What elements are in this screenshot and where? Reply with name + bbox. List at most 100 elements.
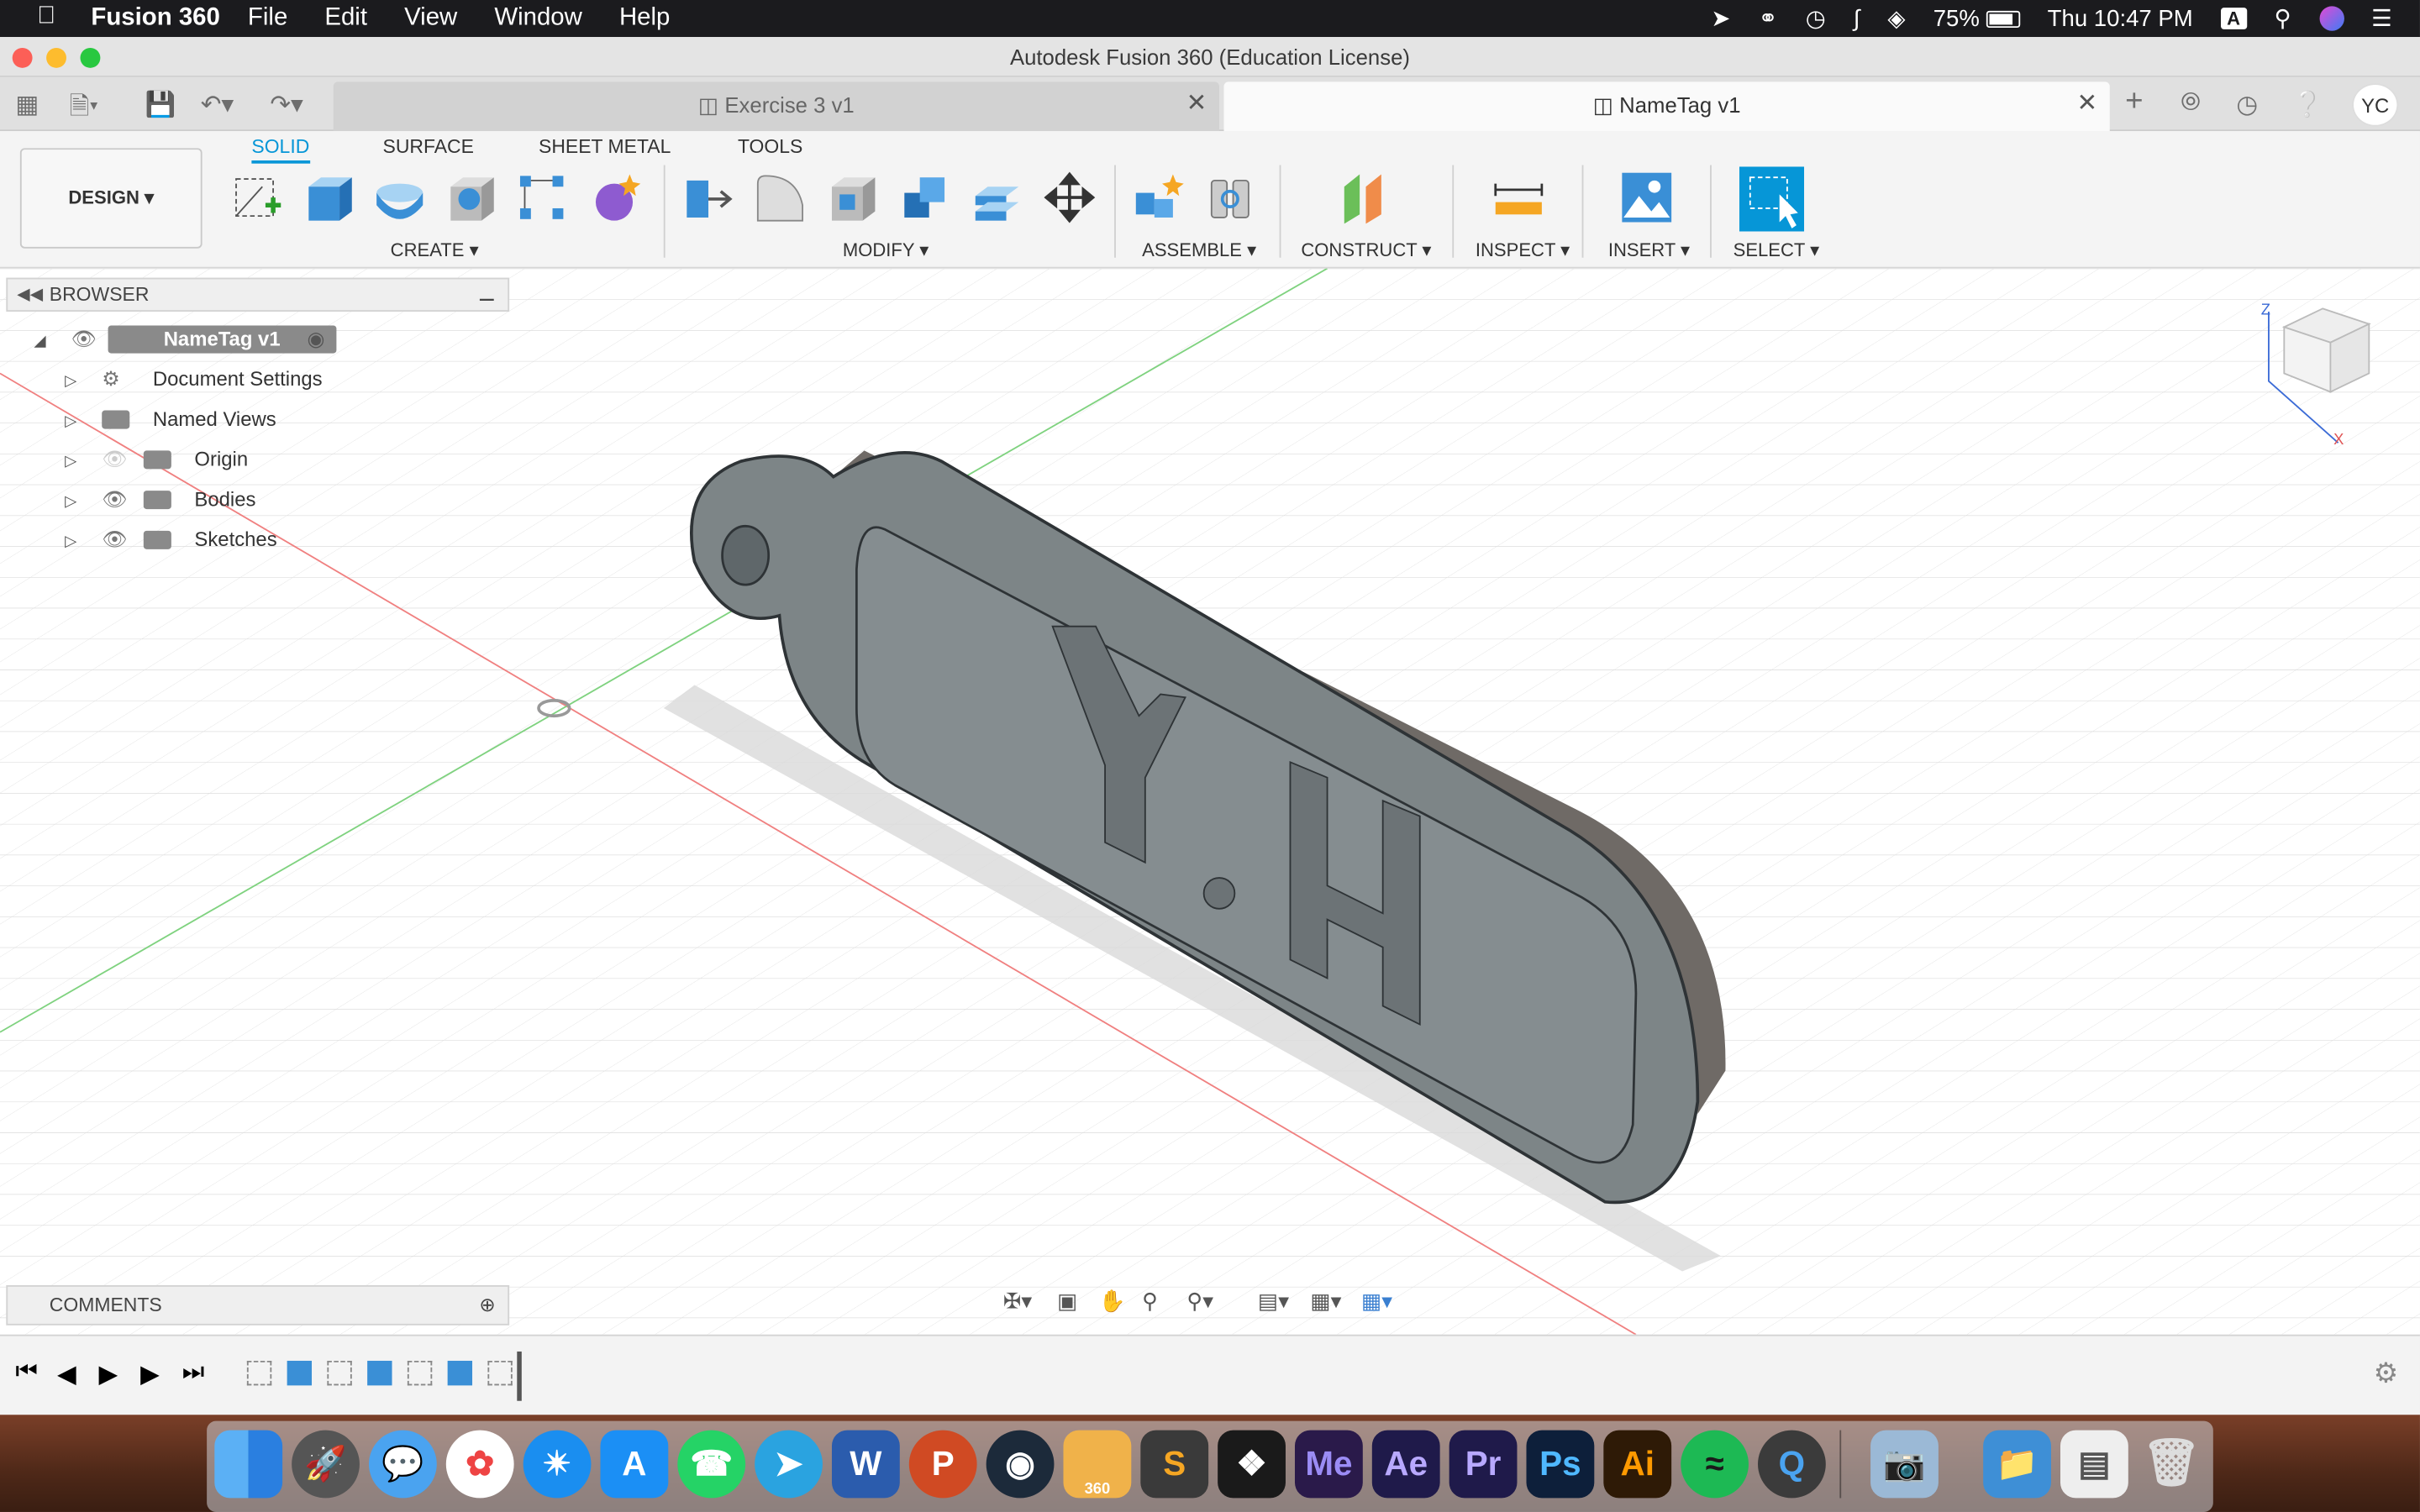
view-cube[interactable]: Z X: [2254, 297, 2392, 451]
browser-item-named-views[interactable]: ▷ Named Views: [65, 402, 276, 436]
close-icon[interactable]: ✕: [2076, 81, 2097, 128]
expand-icon[interactable]: ▷: [65, 413, 76, 430]
battery-icon[interactable]: [1986, 9, 2020, 28]
undo-icon[interactable]: ↶▾: [201, 90, 234, 121]
collapse-icon[interactable]: ◀◀: [17, 279, 43, 310]
shell-icon[interactable]: [826, 171, 878, 223]
move-icon[interactable]: [1044, 171, 1096, 223]
offset-plane-icon[interactable]: [1338, 171, 1390, 224]
dock-after-effects-icon[interactable]: Ae: [1371, 1430, 1440, 1499]
tab-solid[interactable]: SOLID: [251, 136, 310, 164]
go-to-start-icon[interactable]: ⏮: [15, 1359, 37, 1387]
new-tab-icon[interactable]: +: [2125, 85, 2143, 120]
tab-tools[interactable]: TOOLS: [738, 136, 802, 158]
file-menu-icon[interactable]: 🗎▾: [70, 90, 99, 132]
gear-icon[interactable]: ⚙: [2374, 1357, 2399, 1390]
joint-icon[interactable]: [1205, 171, 1257, 223]
dock-spotify-icon[interactable]: ≈: [1681, 1430, 1749, 1499]
create-sketch-icon[interactable]: [232, 171, 284, 223]
expand-icon[interactable]: ▷: [65, 533, 76, 550]
dock-preview-icon[interactable]: 📷: [1870, 1430, 1939, 1499]
dock-trash-icon[interactable]: 🗑: [2138, 1431, 2206, 1499]
expand-icon[interactable]: ◢: [34, 333, 45, 350]
job-status-icon[interactable]: ◷: [2236, 90, 2258, 121]
creative-cloud-icon[interactable]: ⚭: [1759, 5, 1778, 32]
timeline-extrude-icon[interactable]: [287, 1360, 313, 1386]
comments-panel-header[interactable]: COMMENTS ⊕: [6, 1284, 510, 1326]
extrude-icon[interactable]: [302, 171, 355, 223]
battery-percent[interactable]: 75%: [1933, 5, 1980, 31]
create-form-icon[interactable]: [590, 171, 642, 223]
combine-icon[interactable]: [898, 171, 950, 223]
avatar[interactable]: YC: [2352, 83, 2399, 127]
dock-powerpoint-icon[interactable]: P: [908, 1430, 977, 1499]
expand-icon[interactable]: ▷: [65, 454, 76, 470]
dock-sublime-icon[interactable]: S: [1140, 1430, 1209, 1499]
dock-whatsapp-icon[interactable]: ☎: [677, 1430, 746, 1499]
step-back-icon[interactable]: ◀: [57, 1359, 76, 1390]
eye-icon[interactable]: 👁: [71, 323, 96, 356]
menu-file[interactable]: File: [248, 5, 287, 33]
input-source-icon[interactable]: A: [2220, 8, 2247, 29]
dock-photos-icon[interactable]: ✿: [445, 1430, 514, 1499]
apple-icon[interactable]: : [37, 3, 55, 31]
add-comment-icon[interactable]: ⊕: [479, 1287, 495, 1324]
tab-exercise-3[interactable]: ◫ Exercise 3 v1 ✕: [333, 81, 1219, 132]
dock-screenshot-icon[interactable]: ▤: [2060, 1430, 2128, 1499]
dock-quicktime-icon[interactable]: Q: [1758, 1430, 1826, 1499]
workspace-switcher[interactable]: DESIGN ▾: [19, 148, 203, 249]
spotlight-icon[interactable]: ⚲: [2274, 5, 2291, 32]
look-at-icon[interactable]: ▣: [1057, 1289, 1077, 1315]
eye-icon[interactable]: 👁: [102, 523, 127, 557]
control-center-icon[interactable]: ☰: [2371, 5, 2392, 32]
browser-item-document-settings[interactable]: ▷ ⚙ Document Settings: [65, 363, 322, 396]
dock-media-encoder-icon[interactable]: Me: [1294, 1430, 1363, 1499]
expand-icon[interactable]: ▷: [65, 494, 76, 511]
hidden-eye-icon[interactable]: 👁: [102, 443, 127, 476]
zoom-icon[interactable]: ⚲: [1142, 1289, 1158, 1315]
close-icon[interactable]: ✕: [1186, 81, 1207, 128]
dock-safari-icon[interactable]: ✴: [523, 1430, 592, 1499]
insert-image-icon[interactable]: [1621, 171, 1673, 223]
tab-nametag[interactable]: ◫ NameTag v1 ✕: [1223, 81, 2110, 132]
dock-messages-icon[interactable]: 💬: [368, 1430, 437, 1499]
dock-illustrator-icon[interactable]: Ai: [1603, 1430, 1672, 1499]
activate-icon[interactable]: ◉: [308, 323, 325, 356]
timeline-sketch-icon[interactable]: [487, 1360, 513, 1386]
dock-premiere-icon[interactable]: Pr: [1449, 1430, 1518, 1499]
select-menu[interactable]: SELECT ▾: [1733, 239, 1820, 261]
browser-item-bodies[interactable]: ▷ 👁 Bodies: [65, 483, 255, 517]
expand-icon[interactable]: ▷: [65, 373, 76, 390]
dock-folder-icon[interactable]: 📁: [1983, 1430, 2051, 1499]
fillet-icon[interactable]: [753, 171, 805, 223]
menu-help[interactable]: Help: [619, 5, 670, 33]
telegram-icon[interactable]: ➤: [1711, 5, 1730, 32]
viewports-icon[interactable]: ▦▾: [1361, 1289, 1392, 1315]
dock-acrobat-icon[interactable]: ❖: [1218, 1430, 1286, 1499]
menu-view[interactable]: View: [404, 5, 457, 33]
split-body-icon[interactable]: [971, 171, 1023, 223]
step-forward-icon[interactable]: ▶: [140, 1359, 160, 1390]
timeline-sketch-icon[interactable]: [407, 1360, 433, 1386]
fit-icon[interactable]: ⚲▾: [1186, 1289, 1213, 1315]
tab-surface[interactable]: SURFACE: [383, 136, 474, 158]
browser-root[interactable]: ◢ 👁 NameTag v1 ◉: [34, 323, 337, 356]
extensions-icon[interactable]: ⦾: [2181, 90, 2201, 118]
display-settings-icon[interactable]: ▤▾: [1258, 1289, 1289, 1315]
pattern-icon[interactable]: [515, 171, 567, 223]
zoom-window-button[interactable]: [80, 47, 101, 68]
select-icon[interactable]: [1739, 166, 1805, 232]
app-menu[interactable]: Fusion 360: [91, 5, 220, 33]
play-icon[interactable]: ▶: [99, 1359, 118, 1390]
dock-fusion360-icon[interactable]: 360: [1063, 1430, 1132, 1499]
orbit-icon[interactable]: ✠▾: [1003, 1289, 1032, 1315]
dock-launchpad-icon[interactable]: 🚀: [292, 1430, 360, 1499]
bluetooth-icon[interactable]: ∫: [1854, 5, 1860, 31]
create-menu[interactable]: CREATE ▾: [391, 239, 479, 261]
tab-sheet-metal[interactable]: SHEET METAL: [539, 136, 671, 158]
minimize-window-button[interactable]: [46, 47, 66, 68]
timeline-marker[interactable]: [517, 1351, 522, 1401]
timeline-extrude-icon[interactable]: [447, 1360, 473, 1386]
menu-window[interactable]: Window: [494, 5, 582, 33]
modify-menu[interactable]: MODIFY ▾: [843, 239, 929, 261]
